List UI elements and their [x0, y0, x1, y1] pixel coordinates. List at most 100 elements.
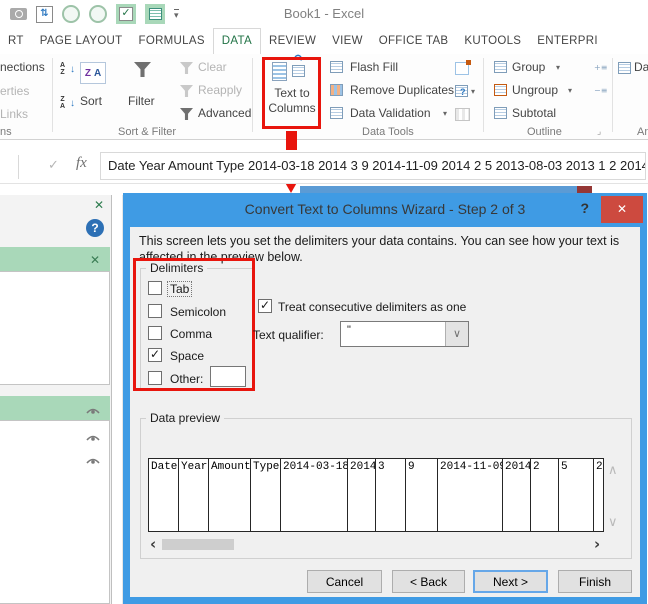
consolidate-icon[interactable]: [455, 62, 468, 74]
eye-icon[interactable]: [86, 403, 100, 421]
connections-button-partial[interactable]: nections: [0, 60, 45, 74]
text-to-columns-wizard-dialog: Convert Text to Columns Wizard - Step 2 …: [123, 193, 647, 604]
text-qualifier-dropdown[interactable]: " ∨: [340, 321, 469, 347]
sort-az-arrow-icon: ↓: [70, 66, 75, 73]
advanced-filter-icon: [180, 108, 193, 120]
data-preview-table[interactable]: Date Year Amount Type 2014-03-18 2014 3 …: [148, 458, 604, 532]
preview-scroll-right-icon[interactable]: ›: [594, 537, 600, 551]
preview-cell: 2014-11-09: [438, 459, 503, 531]
pane-list-box: [0, 271, 110, 385]
tab-insert-partial[interactable]: RT: [0, 28, 32, 54]
preview-hscroll-thumb[interactable]: [162, 539, 234, 550]
back-button[interactable]: < Back: [392, 570, 465, 593]
ungroup-button[interactable]: Ungroup: [512, 83, 558, 97]
data-preview-legend: Data preview: [146, 411, 224, 425]
preview-cell: Type: [251, 459, 281, 531]
data-analysis-icon: [618, 62, 631, 74]
tab-enterprise-partial[interactable]: ENTERPRI: [529, 28, 606, 54]
sort-button[interactable]: Sort: [80, 94, 102, 108]
what-if-caret-icon[interactable]: ▾: [471, 87, 475, 96]
data-validation-caret-icon[interactable]: ▾: [443, 109, 447, 118]
ungroup-caret-icon[interactable]: ▾: [568, 86, 572, 95]
formula-bar: ✓ fx Date Year Amount Type 2014-03-18 20…: [0, 150, 648, 184]
section-close-icon[interactable]: ✕: [90, 253, 100, 267]
finish-button[interactable]: Finish: [558, 570, 632, 593]
sort-az-icon[interactable]: AZ: [60, 62, 65, 76]
advanced-button[interactable]: Advanced: [198, 106, 251, 120]
dialog-close-button[interactable]: ✕: [601, 196, 643, 223]
group-icon: [494, 61, 507, 73]
text-qualifier-label: Text qualifier:: [253, 328, 324, 342]
analysis-group-label-partial: An: [637, 126, 648, 138]
sort-za-arrow-icon: ↓: [70, 100, 75, 107]
subtotal-button[interactable]: Subtotal: [512, 106, 556, 120]
eye-icon[interactable]: [86, 430, 100, 448]
flash-fill-button[interactable]: Flash Fill: [350, 60, 398, 74]
preview-cell: 20: [594, 459, 604, 531]
text-qualifier-value: ": [347, 324, 351, 336]
preview-scroll-down-icon[interactable]: ∨: [608, 515, 618, 530]
pane-close-icon[interactable]: ✕: [94, 198, 104, 212]
flash-fill-icon: [330, 61, 343, 73]
highlight-box-delimiters: [133, 258, 255, 391]
subtotal-icon: [494, 107, 507, 119]
hide-detail-icon[interactable]: −≡: [594, 86, 607, 95]
group-caret-icon[interactable]: ▾: [556, 63, 560, 72]
ribbon: nections erties Links ns AZ ↓ ZA ↓ ZA So…: [0, 54, 648, 140]
window-title: Book1 - Excel: [0, 6, 648, 21]
preview-cell: Date: [149, 459, 179, 531]
data-validation-button[interactable]: Data Validation: [350, 106, 431, 120]
edit-links-button-partial[interactable]: Links: [0, 107, 28, 121]
sort-icon[interactable]: ZA: [80, 62, 106, 84]
treat-consecutive-label[interactable]: Treat consecutive delimiters as one: [278, 300, 466, 314]
clear-button[interactable]: Clear: [198, 60, 227, 74]
enter-check-icon[interactable]: ✓: [48, 158, 59, 173]
dialog-body: This screen lets you set the delimiters …: [130, 227, 640, 597]
tab-kutools[interactable]: KUTOOLS: [456, 28, 529, 54]
preview-cell: Year: [179, 459, 209, 531]
preview-cell: 5: [559, 459, 594, 531]
tab-data[interactable]: DATA: [213, 28, 261, 54]
tab-review[interactable]: REVIEW: [261, 28, 324, 54]
dialog-help-icon[interactable]: ?: [580, 200, 589, 216]
preview-scroll-left-icon[interactable]: ‹: [150, 537, 156, 551]
sort-filter-group-label: Sort & Filter: [118, 126, 176, 138]
tab-page-layout[interactable]: PAGE LAYOUT: [32, 28, 131, 54]
remove-duplicates-icon: [330, 84, 343, 96]
highlight-box-text-to-columns: [262, 57, 321, 129]
pane-section-header[interactable]: [0, 396, 110, 420]
outline-dialog-launcher-icon[interactable]: ⌟: [597, 126, 601, 137]
tab-formulas[interactable]: FORMULAS: [131, 28, 213, 54]
formula-input[interactable]: Date Year Amount Type 2014-03-18 2014 3 …: [100, 152, 646, 180]
preview-scroll-up-icon[interactable]: ∧: [608, 463, 618, 478]
connections-group-label-partial: ns: [0, 126, 12, 138]
preview-cell: 2014: [503, 459, 531, 531]
pane-section-header[interactable]: ✕: [0, 247, 110, 271]
group-button[interactable]: Group: [512, 60, 545, 74]
properties-button-partial[interactable]: erties: [0, 84, 29, 98]
reapply-button[interactable]: Reapply: [198, 83, 242, 97]
preview-cell: 2: [531, 459, 559, 531]
remove-duplicates-button[interactable]: Remove Duplicates: [350, 83, 454, 97]
cancel-button[interactable]: Cancel: [307, 570, 382, 593]
tab-view[interactable]: VIEW: [324, 28, 371, 54]
pane-list-box: [0, 420, 110, 604]
eye-icon[interactable]: [86, 453, 100, 471]
data-tools-group-label: Data Tools: [362, 126, 414, 138]
data-analysis-button-partial[interactable]: Dat: [634, 60, 648, 74]
tab-office-tab[interactable]: OFFICE TAB: [371, 28, 457, 54]
sort-za-icon[interactable]: ZA: [60, 96, 65, 110]
preview-cell: 3: [376, 459, 406, 531]
preview-cell: 9: [406, 459, 438, 531]
treat-consecutive-checkbox[interactable]: ✓: [258, 299, 272, 313]
pane-help-icon[interactable]: ?: [86, 219, 104, 237]
filter-icon[interactable]: [134, 62, 151, 77]
clear-filter-icon: [180, 62, 193, 74]
chevron-down-icon[interactable]: ∨: [445, 322, 468, 346]
show-detail-icon[interactable]: +≡: [594, 63, 607, 72]
next-button[interactable]: Next >: [473, 570, 548, 593]
filter-button[interactable]: Filter: [128, 94, 155, 108]
ungroup-icon: [494, 84, 507, 96]
outline-group-label: Outline: [527, 126, 562, 138]
insert-function-icon[interactable]: fx: [76, 155, 87, 172]
